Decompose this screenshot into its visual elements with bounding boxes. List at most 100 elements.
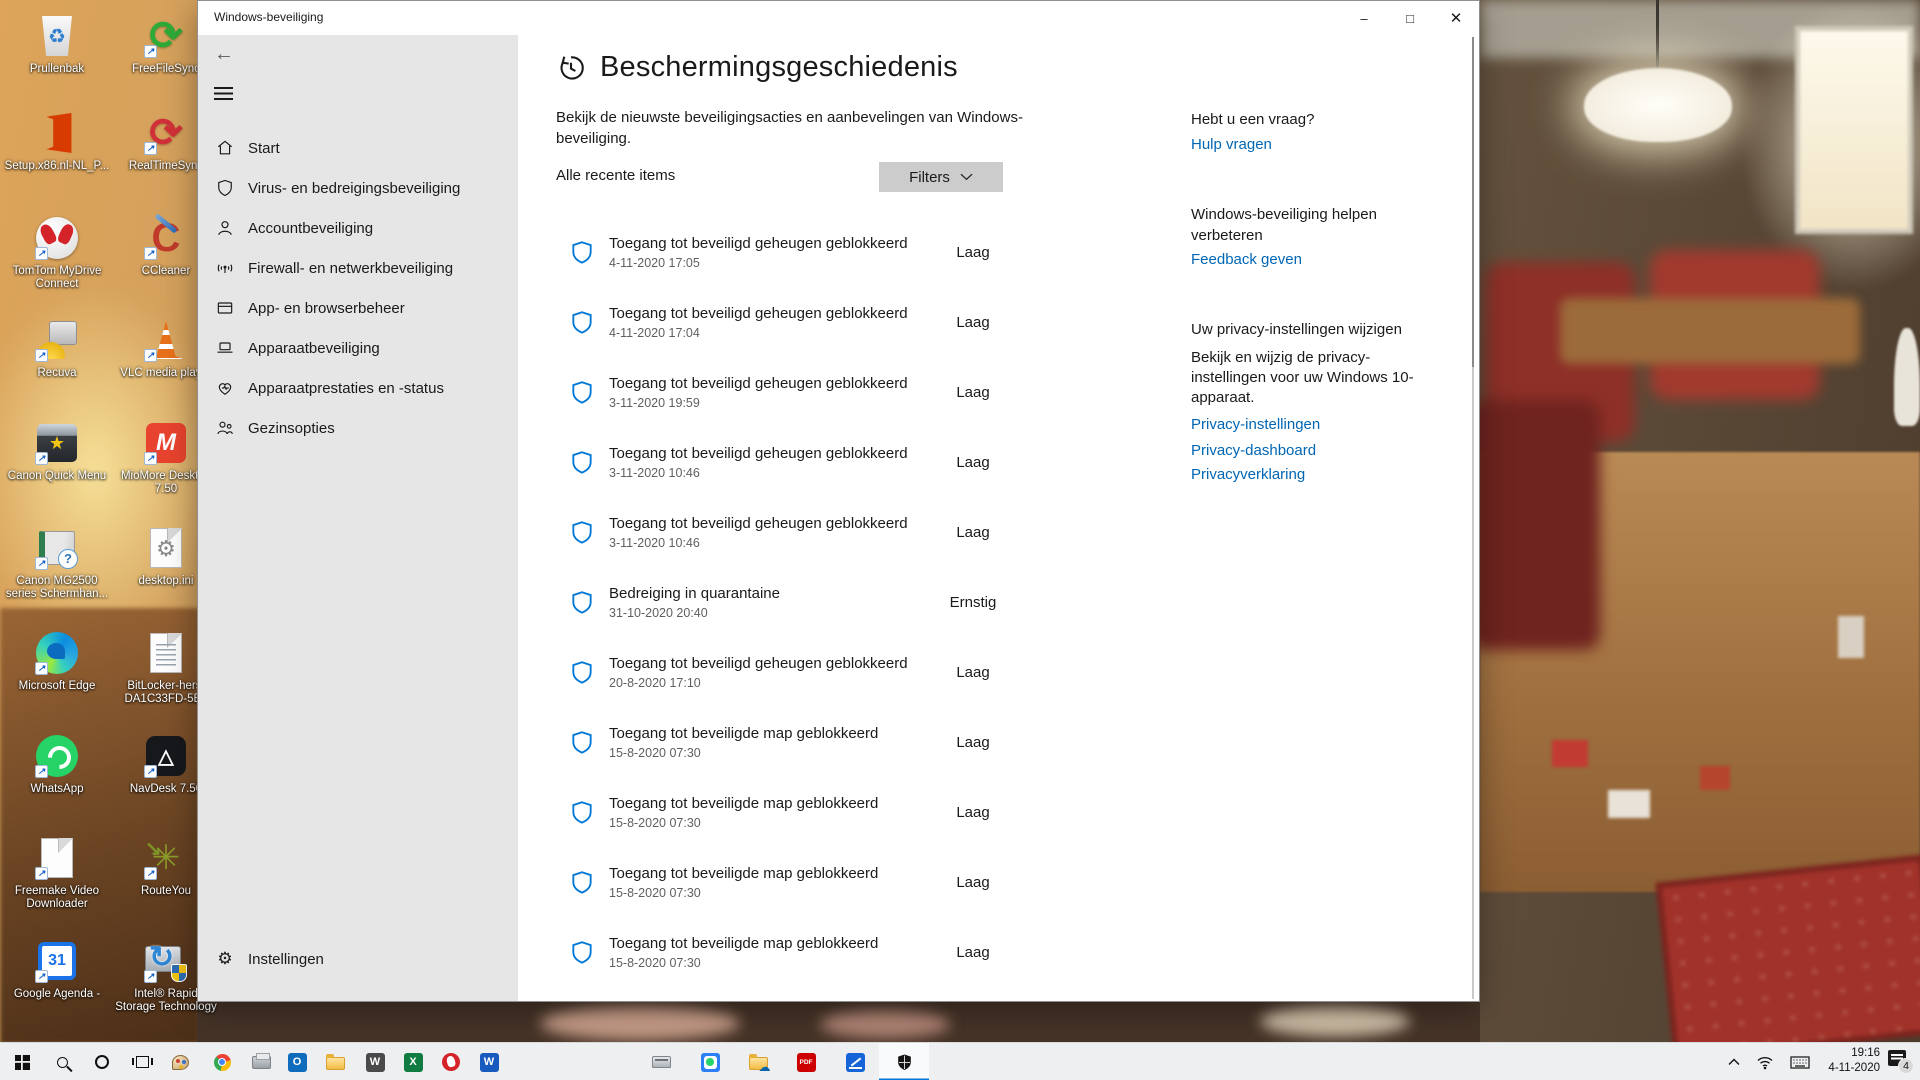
filters-button[interactable]: Filters [879,162,1003,192]
shortcut-arrow-icon [35,867,48,880]
taskbar-outlook-button[interactable]: O [277,1043,317,1080]
close-button[interactable]: ✕ [1433,1,1479,35]
privacy-statement-link[interactable]: Privacyverklaring [1191,466,1305,483]
back-button[interactable]: ← [214,43,234,66]
titlebar[interactable]: Windows-beveiliging – □ ✕ [198,1,1479,35]
app-window-icon [215,298,235,318]
shortcut-arrow-icon [35,765,48,778]
taskbar-paint-button[interactable] [160,1043,200,1080]
touch-keyboard-icon [1790,1056,1810,1069]
windows-logo-icon [15,1055,30,1070]
taskbar-windows-security-button[interactable] [879,1043,929,1080]
taskbar-scanner-button[interactable] [641,1043,681,1080]
shortcut-arrow-icon [35,247,48,260]
history-row[interactable]: Toegang tot beveiligd geheugen geblokkee… [518,515,1178,567]
taskbar-excel-button[interactable]: X [393,1043,433,1080]
shield-icon [569,309,595,335]
wifi-icon [1756,1055,1774,1070]
taskbar-word-legacy-button[interactable]: W [355,1043,395,1080]
ini-file-icon [150,528,182,568]
notification-badge[interactable]: 4 [1898,1058,1914,1074]
sidebar-item-family[interactable]: Gezinsopties [198,408,518,448]
taskbar-search-button[interactable] [42,1043,82,1080]
history-row[interactable]: Bedreiging in quarantaine 31-10-2020 20:… [518,585,1178,637]
shield-icon [569,869,595,895]
taskbar-printer-button[interactable] [241,1043,281,1080]
page-title: Beschermingsgeschiedenis [600,51,958,84]
history-row[interactable]: Toegang tot beveiligd geheugen geblokkee… [518,305,1178,357]
task-view-button[interactable] [122,1043,162,1080]
sidebar-item-firewall[interactable]: Firewall- en netwerkbeveiliging [198,248,518,288]
history-row[interactable]: Toegang tot beveiligd geheugen geblokkee… [518,655,1178,707]
desktop-icon-edge[interactable]: Microsoft Edge [2,630,112,693]
tray-expand-button[interactable] [1728,1043,1740,1080]
scrollbar-thumb[interactable] [1472,37,1474,367]
history-row[interactable]: Toegang tot beveiligd geheugen geblokkee… [518,375,1178,427]
history-row[interactable]: Toegang tot beveiligd geheugen geblokkee… [518,235,1178,287]
desktop-icon-tomtom[interactable]: TomTom MyDrive Connect [2,215,112,291]
history-row[interactable]: Toegang tot beveiligde map geblokkeerd 1… [518,865,1178,917]
cortana-icon [95,1055,109,1069]
taskbar-onedrive-folder-button[interactable] [738,1043,778,1080]
minimize-button[interactable]: – [1341,1,1387,35]
desktop-icon-canon-quick-menu[interactable]: Canon Quick Menu [2,420,112,483]
shield-icon [215,178,235,198]
onedrive-folder-icon [749,1057,768,1070]
desktop-icon-recuva[interactable]: Recuva [2,317,112,380]
chevron-up-icon [1728,1058,1740,1066]
privacy-dashboard-link[interactable]: Privacy-dashboard [1191,442,1316,459]
taskbar-explorer-button[interactable] [315,1043,355,1080]
window-title: Windows-beveiliging [214,10,323,24]
sidebar-item-device-health[interactable]: Apparaatprestaties en -status [198,368,518,408]
sidebar-item-settings[interactable]: ⚙ Instellingen [198,939,518,979]
maximize-button[interactable]: □ [1387,1,1433,35]
taskbar-cortana-button[interactable] [82,1043,122,1080]
shield-icon [569,449,595,475]
sidebar-item-app-browser[interactable]: App- en browserbeheer [198,288,518,328]
shortcut-arrow-icon [35,349,48,362]
desktop-icon-freemake[interactable]: Freemake Video Downloader [2,835,112,911]
shortcut-arrow-icon [144,45,157,58]
taskbar-pdf-button[interactable]: PDF [786,1043,826,1080]
desktop-icon-office-setup[interactable]: Setup.x86.nl-NL_P... [2,110,112,173]
severity-label: Laag [913,524,1033,541]
printer-icon [252,1056,271,1069]
help-link[interactable]: Hulp vragen [1191,136,1272,153]
tray-network-button[interactable] [1756,1043,1774,1080]
scan-app-icon [846,1053,865,1072]
sidebar-item-start[interactable]: Start [198,128,518,168]
heart-icon [215,378,235,398]
desktop-icon-google-agenda[interactable]: Google Agenda - [2,938,112,1001]
start-button[interactable] [2,1043,42,1080]
word-icon: W [480,1053,499,1072]
taskbar-word-button[interactable]: W [469,1043,509,1080]
desktop-icon-canon-manual[interactable]: Canon MG2500 series Schermhan... [2,525,112,601]
sidebar-item-virus[interactable]: Virus- en bedreigingsbeveiliging [198,168,518,208]
tray-keyboard-button[interactable] [1790,1043,1810,1080]
shield-icon [569,659,595,685]
hamburger-icon[interactable] [214,87,233,100]
taskbar-chrome-button[interactable] [202,1043,242,1080]
shortcut-arrow-icon [144,452,157,465]
sidebar-item-account[interactable]: Accountbeveiliging [198,208,518,248]
history-row[interactable]: Toegang tot beveiligde map geblokkeerd 1… [518,935,1178,987]
clock-date: 4-11-2020 [1822,1061,1880,1076]
shortcut-arrow-icon [144,349,157,362]
shield-icon [569,519,595,545]
feedback-link[interactable]: Feedback geven [1191,251,1302,268]
taskbar-tomtom-button[interactable] [431,1043,471,1080]
history-row[interactable]: Toegang tot beveiligde map geblokkeerd 1… [518,795,1178,847]
desktop: Prullenbak ⟳ FreeFileSync Setup.x86.nl-N… [0,0,1920,1080]
privacy-settings-link[interactable]: Privacy-instellingen [1191,416,1320,433]
taskbar-scan-app-button[interactable] [835,1043,875,1080]
tray-clock[interactable]: 19:16 4-11-2020 [1822,1046,1880,1076]
desktop-icon-whatsapp[interactable]: WhatsApp [2,733,112,796]
taskbar-whatsapp-button[interactable] [690,1043,730,1080]
history-row[interactable]: Toegang tot beveiligde map geblokkeerd 1… [518,725,1178,777]
gear-icon: ⚙ [215,949,235,969]
history-row[interactable]: Toegang tot beveiligd geheugen geblokkee… [518,445,1178,497]
sidebar-item-device-security[interactable]: Apparaatbeveiliging [198,328,518,368]
shortcut-arrow-icon [144,867,157,880]
desktop-icon-recycle-bin[interactable]: Prullenbak [2,13,112,76]
tomtom-icon [442,1053,460,1071]
